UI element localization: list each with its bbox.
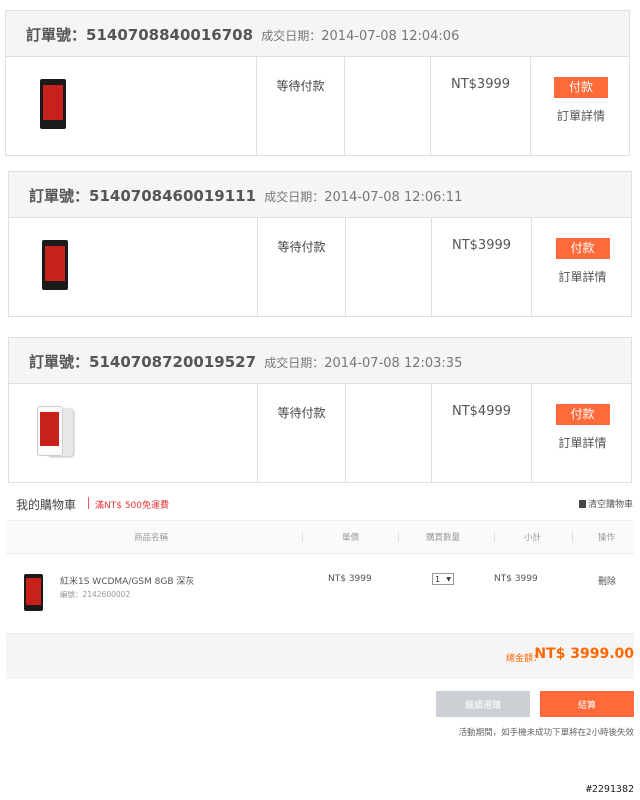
- pay-button[interactable]: 付款: [555, 404, 610, 425]
- order-detail-link[interactable]: 訂單詳情: [532, 268, 633, 285]
- order-number-line: 訂單號：5140708720019527 成交日期：2014-07-08 12:…: [29, 351, 462, 372]
- order-status: 等待付款: [257, 384, 345, 482]
- column-header-action: 操作: [598, 533, 616, 543]
- order-number-label: 訂單號：: [26, 26, 87, 44]
- order-body: 等待付款 NT$3999 付款 訂單詳情: [6, 57, 629, 155]
- cart-total-bar: 總金額： NT$ 3999.00: [6, 633, 634, 679]
- unit-price: NT$ 3999: [328, 574, 372, 584]
- order-actions: 付款 訂單詳情: [531, 218, 633, 316]
- clear-cart-button[interactable]: 清空購物車: [578, 497, 633, 510]
- order-header: 訂單號：5140708840016708 成交日期：2014-07-08 12:…: [6, 11, 629, 57]
- column-header-product: 商品名稱: [134, 533, 169, 543]
- order-header: 訂單號：5140708460019111 成交日期：2014-07-08 12:…: [9, 172, 631, 218]
- order-status: 等待付款: [257, 218, 345, 316]
- order-number-line: 訂單號：5140708840016708 成交日期：2014-07-08 12:…: [26, 24, 459, 45]
- product-image: [24, 574, 43, 611]
- order-actions: 付款 訂單詳情: [531, 384, 633, 482]
- product-image: [37, 406, 75, 458]
- column-header-subtotal: 小計: [524, 533, 542, 543]
- divider: [572, 532, 573, 542]
- order-header: 訂單號：5140708720019527 成交日期：2014-07-08 12:…: [9, 338, 631, 384]
- order-empty-cell: [345, 218, 431, 316]
- order-status: 等待付款: [256, 57, 344, 155]
- order-date-label: 成交日期：: [264, 356, 325, 370]
- pay-button[interactable]: 付款: [554, 77, 608, 98]
- order-date: 2014-07-08 12:06:11: [324, 190, 463, 205]
- quantity-value: 1: [435, 575, 441, 584]
- checkout-button[interactable]: 結算: [540, 691, 634, 717]
- order-body: 等待付款 NT$4999 付款 訂單詳情: [9, 384, 631, 482]
- chevron-down-icon: ▼: [446, 576, 451, 583]
- product-code: 編號：2142600002: [60, 590, 131, 599]
- order-card: 訂單號：5140708720019527 成交日期：2014-07-08 12:…: [8, 337, 632, 483]
- order-card: 訂單號：5140708840016708 成交日期：2014-07-08 12:…: [5, 10, 630, 156]
- order-body: 等待付款 NT$3999 付款 訂單詳情: [9, 218, 631, 316]
- divider: [88, 497, 89, 509]
- free-shipping-promo: 滿NT$ 500免運費: [95, 501, 169, 511]
- divider: [494, 532, 495, 542]
- continue-shopping-button[interactable]: 繼續選購: [436, 691, 530, 717]
- product-image: [40, 79, 66, 129]
- order-number: 5140708720019527: [89, 353, 257, 371]
- total-amount: NT$ 3999.00: [534, 646, 634, 662]
- quantity-select[interactable]: 1 ▼: [432, 573, 454, 585]
- subtotal: NT$ 3999: [494, 574, 538, 584]
- order-number-label: 訂單號：: [29, 353, 90, 371]
- divider: [398, 532, 399, 542]
- order-price: NT$4999: [431, 384, 531, 482]
- cart-table-header: 商品名稱 單價 購買數量 小計 操作: [6, 520, 634, 554]
- column-header-quantity: 購買數量: [426, 533, 461, 543]
- column-header-unit-price: 單價: [342, 533, 360, 543]
- activity-notice: 活動期間，如手機未成功下單將在2小時後失效: [458, 728, 634, 738]
- cart-item-row: 紅米1S WCDMA/GSM 8GB 深灰 編號：2142600002 NT$ …: [6, 553, 634, 633]
- order-date-label: 成交日期：: [264, 190, 325, 204]
- product-name[interactable]: 紅米1S WCDMA/GSM 8GB 深灰: [60, 574, 194, 587]
- delete-item-button[interactable]: 刪除: [598, 574, 616, 587]
- order-price: NT$3999: [430, 57, 530, 155]
- cart-table: 商品名稱 單價 購買數量 小計 操作 紅米1S WCDMA/GSM 8GB 深灰…: [6, 520, 634, 683]
- product-image: [42, 240, 68, 290]
- order-card: 訂單號：5140708460019111 成交日期：2014-07-08 12:…: [8, 171, 632, 317]
- order-number: 5140708840016708: [86, 26, 254, 44]
- cart-title: 我的購物車: [16, 498, 77, 512]
- order-number: 5140708460019111: [89, 187, 257, 205]
- clear-cart-label: 清空購物車: [587, 500, 633, 510]
- order-number-line: 訂單號：5140708460019111 成交日期：2014-07-08 12:…: [29, 185, 462, 206]
- order-price: NT$3999: [431, 218, 531, 316]
- watermark: #2291382: [585, 784, 634, 795]
- order-date: 2014-07-08 12:04:06: [321, 29, 460, 44]
- order-actions: 付款 訂單詳情: [530, 57, 631, 155]
- order-date-label: 成交日期：: [261, 29, 322, 43]
- order-number-label: 訂單號：: [29, 187, 90, 205]
- trash-icon: [578, 500, 586, 508]
- order-empty-cell: [344, 57, 430, 155]
- order-date: 2014-07-08 12:03:35: [324, 356, 463, 371]
- order-detail-link[interactable]: 訂單詳情: [531, 107, 631, 124]
- pay-button[interactable]: 付款: [555, 238, 610, 259]
- divider: [302, 532, 303, 542]
- order-empty-cell: [345, 384, 431, 482]
- order-detail-link[interactable]: 訂單詳情: [532, 434, 633, 451]
